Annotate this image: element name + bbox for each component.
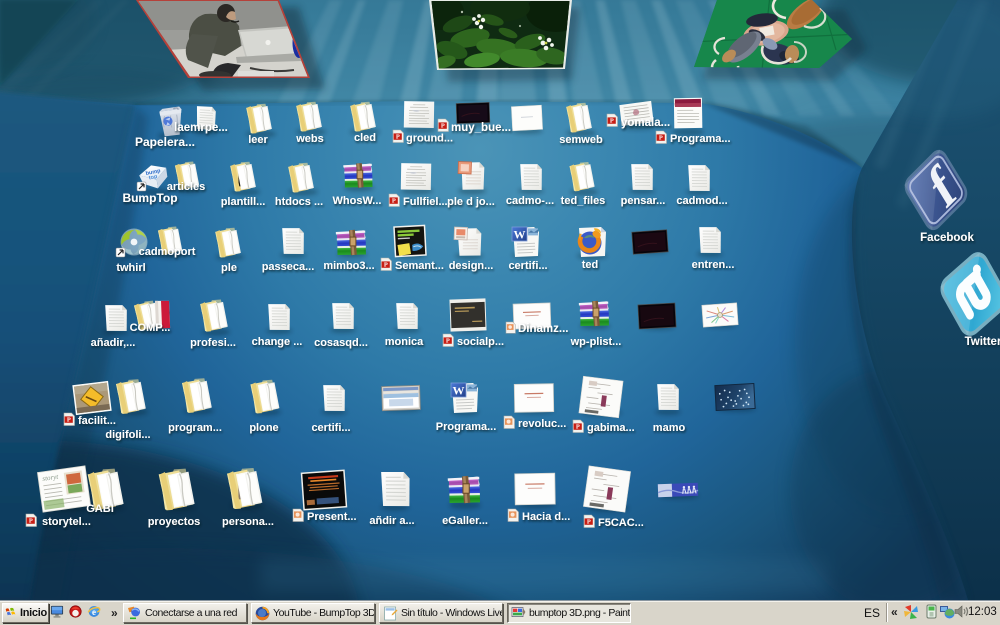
- svg-text:Programa...: Programa...: [670, 133, 731, 145]
- svg-text:cled: cled: [354, 132, 376, 144]
- svg-text:Present...: Present...: [307, 511, 357, 523]
- svg-text:design...: design...: [449, 260, 494, 272]
- svg-text:W: W: [514, 227, 526, 241]
- svg-text:WhosW...: WhosW...: [333, 195, 382, 207]
- svg-text:P: P: [29, 518, 33, 525]
- svg-text:laemrpe...: laemrpe...: [174, 122, 228, 134]
- svg-text:leer: leer: [248, 134, 268, 146]
- svg-text:GABI: GABI: [86, 503, 114, 515]
- svg-text:twhirl: twhirl: [116, 262, 145, 274]
- svg-text:cadmod...: cadmod...: [676, 195, 727, 207]
- svg-text:cadmo-...: cadmo-...: [506, 195, 554, 207]
- svg-text:Facebook: Facebook: [920, 232, 974, 244]
- svg-text:certifi...: certifi...: [311, 422, 350, 434]
- svg-text:P: P: [610, 118, 614, 125]
- svg-text:webs: webs: [295, 133, 324, 145]
- svg-text:proyectos: proyectos: [148, 516, 201, 528]
- svg-text:Hacia d...: Hacia d...: [522, 511, 570, 523]
- svg-text:W: W: [453, 383, 465, 397]
- svg-text:program...: program...: [168, 422, 222, 434]
- svg-text:wp-plist...: wp-plist...: [570, 336, 622, 348]
- svg-text:P: P: [441, 123, 445, 130]
- svg-text:semweb: semweb: [559, 134, 603, 146]
- svg-text:P: P: [384, 262, 388, 269]
- svg-text:plantill...: plantill...: [221, 196, 266, 208]
- svg-text:P: P: [392, 198, 396, 205]
- svg-text:P: P: [659, 135, 663, 142]
- svg-text:change ...: change ...: [252, 336, 303, 348]
- svg-text:mimbo3...: mimbo3...: [323, 260, 374, 272]
- svg-text:mamo: mamo: [653, 422, 686, 434]
- svg-text:digifoli...: digifoli...: [105, 429, 150, 441]
- svg-text:Fullfiel...: Fullfiel...: [403, 196, 448, 208]
- svg-text:P: P: [396, 134, 400, 141]
- svg-text:ple d jo...: ple d jo...: [447, 196, 495, 208]
- svg-text:Papelera...: Papelera...: [135, 135, 195, 149]
- svg-text:P: P: [587, 519, 591, 526]
- svg-text:eGaller...: eGaller...: [442, 515, 488, 527]
- svg-text:monica: monica: [385, 336, 424, 348]
- svg-text:htdocs ...: htdocs ...: [275, 196, 323, 208]
- svg-text:articles: articles: [167, 181, 206, 193]
- svg-text:profesi...: profesi...: [190, 337, 236, 349]
- svg-text:gabima...: gabima...: [587, 422, 635, 434]
- svg-text:ted_files: ted_files: [561, 195, 606, 207]
- svg-text:ple: ple: [221, 262, 237, 274]
- svg-text:Dinamz...: Dinamz...: [518, 323, 568, 335]
- svg-text:socialp...: socialp...: [457, 336, 504, 348]
- svg-text:añadir,...: añadir,...: [91, 337, 136, 349]
- svg-text:ted: ted: [582, 259, 599, 271]
- svg-text:persona...: persona...: [222, 516, 274, 528]
- svg-text:F5CAC...: F5CAC...: [598, 517, 644, 529]
- svg-text:Twitter: Twitter: [965, 336, 1000, 348]
- svg-text:plone: plone: [249, 422, 278, 434]
- svg-text:añdir a...: añdir a...: [369, 515, 414, 527]
- svg-text:cadmoport: cadmoport: [139, 246, 196, 258]
- svg-text:muy_bue...: muy_bue...: [451, 122, 511, 134]
- svg-text:Semant...: Semant...: [395, 260, 444, 272]
- svg-text:P: P: [576, 424, 580, 431]
- svg-text:yomala...: yomala...: [621, 117, 670, 129]
- svg-text:cosasqd...: cosasqd...: [314, 337, 368, 349]
- svg-text:COMP...: COMP...: [130, 322, 171, 334]
- svg-text:BumpTop: BumpTop: [122, 191, 177, 205]
- svg-text:P: P: [446, 338, 450, 345]
- svg-text:revoluc...: revoluc...: [518, 418, 566, 430]
- svg-text:pensar...: pensar...: [621, 195, 666, 207]
- svg-text:ground...: ground...: [406, 133, 453, 145]
- svg-text:P: P: [67, 417, 71, 424]
- svg-text:facilit...: facilit...: [78, 415, 116, 427]
- svg-text:passeca...: passeca...: [262, 261, 315, 273]
- svg-text:storytel...: storytel...: [42, 516, 91, 528]
- svg-text:certifi...: certifi...: [508, 260, 547, 272]
- svg-text:Programa...: Programa...: [436, 421, 497, 433]
- svg-text:entren...: entren...: [692, 259, 735, 271]
